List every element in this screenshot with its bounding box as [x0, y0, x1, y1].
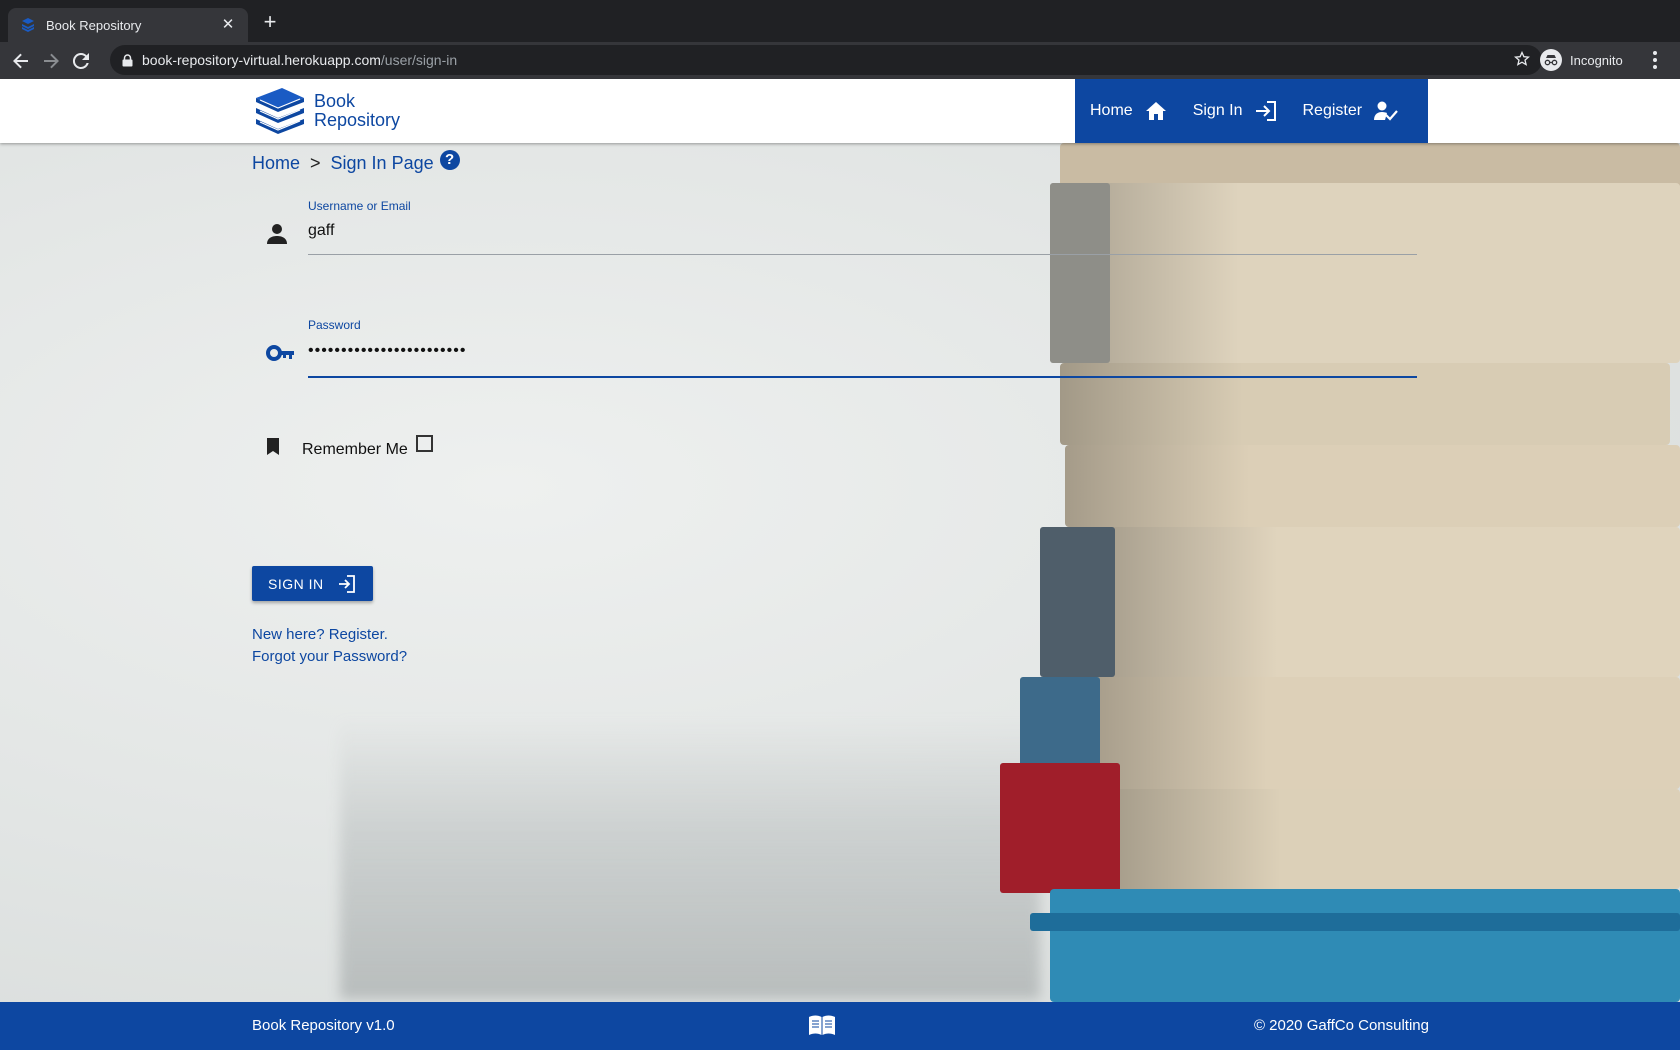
close-tab-icon[interactable]: ✕ — [220, 17, 236, 33]
site-logo[interactable]: Book Repository — [252, 85, 400, 137]
home-icon — [1145, 102, 1166, 120]
logo-text: Book Repository — [314, 92, 400, 130]
nav-sign-in-label: Sign In — [1192, 102, 1243, 119]
footer-version: Book Repository v1.0 — [252, 1017, 395, 1034]
browser-menu-icon[interactable] — [1652, 50, 1658, 75]
breadcrumb-separator: > — [310, 153, 321, 173]
person-check-icon — [1374, 101, 1398, 121]
password-input[interactable] — [308, 335, 1417, 367]
sign-in-icon — [338, 574, 355, 593]
footer-copyright: © 2020 GaffCo Consulting — [1253, 1017, 1429, 1034]
breadcrumb-current[interactable]: Sign In Page — [331, 153, 434, 174]
forgot-password-link[interactable]: Forgot your Password? — [252, 646, 407, 668]
register-link[interactable]: New here? Register. — [252, 624, 407, 646]
tab-title: Book Repository — [46, 17, 142, 33]
nav-register[interactable]: Register — [1303, 79, 1399, 143]
back-arrow-icon[interactable] — [10, 50, 32, 72]
address-bar[interactable]: book-repository-virtual.herokuapp.com /u… — [110, 45, 1542, 75]
sign-in-icon — [1255, 101, 1276, 121]
url-host: book-repository-virtual.herokuapp.com — [142, 52, 381, 68]
incognito-label: Incognito — [1570, 52, 1623, 68]
remember-me-label[interactable]: Remember Me — [302, 441, 408, 459]
sign-in-button[interactable]: SIGN IN — [252, 566, 373, 601]
breadcrumb-home[interactable]: Home — [252, 153, 300, 174]
url-path: /user/sign-in — [380, 52, 458, 68]
sign-in-content: Home > Sign In Page ? Username or Email … — [0, 143, 1680, 1002]
book-favicon-icon — [20, 17, 36, 33]
logo-line-1: Book — [314, 91, 356, 111]
remember-me-row: Remember Me — [266, 433, 433, 459]
password-label: Password — [308, 318, 361, 332]
username-label: Username or Email — [308, 199, 411, 213]
username-field: Username or Email — [262, 199, 1417, 259]
username-input[interactable] — [308, 215, 1417, 247]
bookmark-star-icon[interactable] — [1513, 50, 1531, 70]
auth-links: New here? Register. Forgot your Password… — [252, 624, 407, 668]
nav-home-label: Home — [1090, 102, 1133, 119]
lock-icon — [122, 53, 133, 67]
breadcrumb: Home > Sign In Page ? — [252, 149, 460, 174]
incognito-indicator[interactable]: Incognito — [1540, 46, 1623, 74]
help-icon[interactable]: ? — [439, 149, 460, 170]
open-book-icon — [808, 1014, 836, 1040]
logo-line-2: Repository — [314, 110, 401, 130]
password-underline — [308, 376, 1417, 378]
username-underline — [308, 254, 1417, 255]
reload-icon[interactable] — [70, 50, 92, 72]
main-nav: Home Sign In Register — [1075, 79, 1428, 143]
password-field: Password — [262, 318, 1417, 380]
sign-in-button-label: SIGN IN — [268, 575, 324, 592]
forward-arrow-icon[interactable] — [40, 50, 62, 72]
nav-sign-in[interactable]: Sign In — [1193, 79, 1277, 143]
key-icon — [266, 343, 296, 368]
book-stack-logo-icon — [256, 88, 304, 134]
site-header: Book Repository Home Sign In Register — [0, 79, 1680, 143]
page-viewport: Book Repository Home Sign In Register Ho… — [0, 79, 1680, 1050]
browser-tab-strip: Book Repository ✕ + — [0, 0, 1680, 42]
person-icon — [266, 223, 288, 250]
nav-home[interactable]: Home — [1090, 79, 1167, 143]
incognito-icon — [1540, 49, 1562, 71]
new-tab-icon[interactable]: + — [260, 11, 280, 33]
nav-register-label: Register — [1302, 102, 1363, 119]
site-footer: Book Repository v1.0 © 2020 GaffCo Consu… — [0, 1002, 1680, 1050]
bookmark-icon — [267, 437, 279, 455]
browser-tab[interactable]: Book Repository ✕ — [8, 8, 248, 42]
remember-me-checkbox[interactable] — [415, 434, 433, 452]
browser-toolbar: book-repository-virtual.herokuapp.com /u… — [0, 42, 1680, 79]
